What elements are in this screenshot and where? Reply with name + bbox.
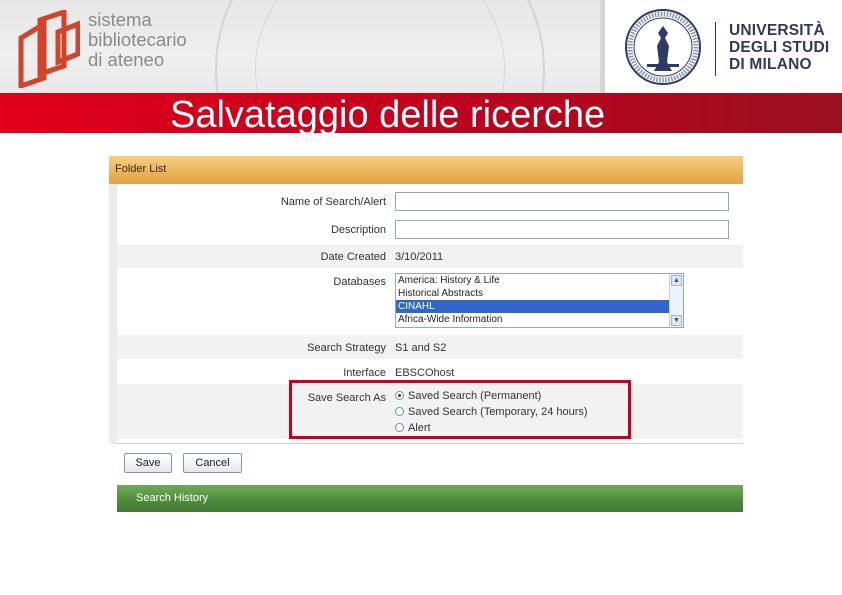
folder-list-title: Folder List: [115, 163, 167, 175]
search-history-title: Search History: [136, 492, 209, 504]
date-created-value: 3/10/2011: [395, 251, 444, 263]
sba-line-1: sistema: [88, 9, 152, 30]
university-line-2: DEGLI STUDI: [729, 39, 830, 56]
databases-listbox[interactable]: America: History & Life Historical Abstr…: [395, 273, 684, 328]
description-label: Description: [330, 224, 386, 236]
interface-label: Interface: [343, 367, 386, 379]
university-separator: [715, 22, 716, 76]
row-date-created: Date Created 3/10/2011: [117, 245, 743, 268]
row-search-strategy: Search Strategy S1 and S2: [117, 335, 743, 359]
search-strategy-value: S1 and S2: [395, 342, 447, 354]
name-input[interactable]: [395, 192, 729, 211]
databases-label: Databases: [333, 276, 386, 288]
row-name: Name of Search/Alert: [117, 188, 743, 215]
row-description: Description: [117, 216, 743, 243]
scroll-down-icon[interactable]: ▼: [671, 315, 682, 326]
cancel-button[interactable]: Cancel: [183, 453, 242, 473]
row-databases: Databases America: History & Life Histor…: [117, 270, 743, 332]
save-button[interactable]: Save: [124, 453, 172, 473]
database-option[interactable]: Africa-Wide Information: [396, 313, 683, 326]
sba-line-3: di ateneo: [88, 49, 165, 70]
university-seal-icon: [625, 9, 701, 85]
panel-left-edge: [109, 184, 117, 444]
sba-logo-text: sistema bibliotecario di ateneo: [88, 10, 187, 70]
slide-header: sistema bibliotecario di ateneo UNIVERSI…: [0, 0, 842, 93]
folder-list-bar: Folder List: [109, 156, 743, 184]
interface-value: EBSCOhost: [395, 367, 455, 379]
panel-bottom-border: [117, 443, 743, 444]
search-history-bar[interactable]: Search History: [117, 485, 743, 512]
seal-watermark-inner: [255, 0, 505, 93]
database-option[interactable]: America: History & Life: [396, 274, 683, 287]
sba-logo-icon: [18, 10, 80, 88]
sba-line-2: bibliotecario: [88, 29, 187, 50]
database-option[interactable]: Historical Abstracts: [396, 287, 683, 300]
university-name: UNIVERSITÀ DEGLI STUDI DI MILANO: [729, 22, 829, 73]
name-label: Name of Search/Alert: [280, 196, 386, 208]
university-line-3: DI MILANO: [729, 56, 812, 73]
database-option-selected[interactable]: CINAHL: [396, 300, 683, 313]
scroll-up-icon[interactable]: ▲: [671, 275, 682, 286]
date-created-label: Date Created: [320, 251, 386, 263]
databases-scrollbar[interactable]: ▲ ▼: [669, 274, 683, 327]
search-strategy-label: Search Strategy: [307, 342, 386, 354]
university-line-1: UNIVERSITÀ: [729, 22, 825, 39]
description-input[interactable]: [395, 220, 729, 239]
slide-title: Salvataggio delle ricerche: [170, 94, 606, 136]
highlight-box: [289, 380, 631, 439]
